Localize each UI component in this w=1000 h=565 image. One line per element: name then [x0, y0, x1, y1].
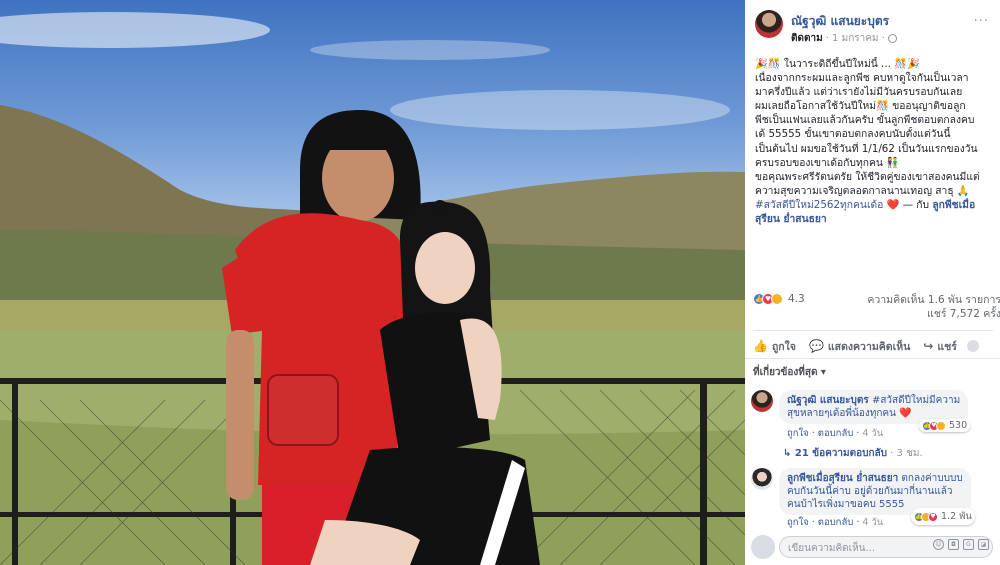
comment-icon: 💬: [808, 339, 824, 353]
share-count[interactable]: แชร์ 7,572 ครั้ง: [867, 307, 1000, 321]
with-prefix: — กับ: [899, 198, 933, 211]
comment-reply-link[interactable]: ตอบกลับ: [818, 428, 854, 439]
reaction-summary[interactable]: 👍 ♥ 4.3: [753, 293, 805, 305]
caption-line: ครบรอบของเขาเด้อกับทุกคน 👫: [755, 156, 900, 169]
photo-scene: [0, 12, 745, 565]
post-stats: 👍 ♥ 4.3 ความคิดเห็น 1.6 พัน รายการ แชร์ …: [753, 293, 1000, 325]
caption-line: พีชเป็นแฟนเลยแล้วกันครับ ขั้นลูกพีชตอบตก…: [755, 114, 975, 127]
composer-tools: ☺ ◘ G ◪: [933, 539, 989, 550]
hashtag-link[interactable]: #สวัสดีปีใหม่2562ทุกคนเด้อ ❤️: [755, 199, 899, 211]
comment-footer: ถูกใจ · ตอบกลับ · 4 วัน: [787, 517, 884, 528]
caption-line: มาครึ่งปีแล้ว แต่ว่าเรายังไม่มีวันครบรอบ…: [755, 86, 963, 99]
caption-line: เด้ 55555 ขั้นเขาตอบตกลงคบนับตั้งแต่วันน…: [755, 128, 951, 141]
tagged-person-link-cont[interactable]: สุรียน ย่ำสนธยา: [755, 213, 827, 225]
tagged-person-link[interactable]: ลูกพีชเมื่อ: [932, 199, 975, 211]
commenter-name[interactable]: ลูกพีชเมื่อสุรียน ย่ำสนธยา: [787, 473, 898, 484]
replies-label: ↳ 21 ข้อความตอบกลับ: [783, 448, 887, 459]
comment-reaction-count: 1.2 พัน: [941, 511, 972, 522]
haha-reaction-icon: [936, 420, 946, 431]
emoji-icon[interactable]: ☺: [933, 539, 944, 550]
author-avatar[interactable]: [755, 10, 783, 38]
like-button[interactable]: 👍 ถูกใจ: [753, 336, 796, 356]
share-button[interactable]: ↪ แชร์: [923, 336, 979, 356]
commenter-name[interactable]: ณัฐวุฒิ แสนยะบุตร: [787, 395, 869, 406]
follow-button[interactable]: ติดตาม: [791, 31, 823, 46]
author-name[interactable]: ณัฐวุฒิ แสนยะบุตร: [791, 12, 889, 31]
share-icon: ↪: [923, 339, 934, 353]
share-label: แชร์: [937, 340, 957, 353]
caption-hashtag-line: #สวัสดีปีใหม่2562ทุกคนเด้อ ❤️ — กับ ลูกพ…: [755, 198, 998, 212]
comment-label: แสดงความคิดเห็น: [827, 340, 911, 353]
caption-line: ความสุขความเจริญตลอดกาลนานเทอญ สาธุ 🙏: [755, 184, 970, 197]
post-timestamp[interactable]: · 1 มกราคม ·: [826, 31, 885, 46]
wow-reaction-icon: [771, 293, 783, 305]
globe-icon: [887, 34, 897, 43]
comment-like-link[interactable]: ถูกใจ: [787, 517, 809, 528]
post-meta: ติดตาม · 1 มกราคม ·: [791, 31, 897, 46]
replies-time: · 3 ชม.: [887, 448, 923, 459]
comment-input-placeholder: เขียนความคิดเห็น...: [788, 543, 876, 554]
post-actions: 👍 ถูกใจ 💬 แสดงความคิดเห็น ↪ แชร์: [753, 330, 993, 356]
view-replies-link[interactable]: ↳ 21 ข้อความตอบกลับ · 3 ชม.: [783, 446, 923, 461]
caption-line: เนื่องจากกระผมและลูกพีช คบหาดูใจกันเป็นเ…: [755, 72, 969, 85]
commenter-avatar[interactable]: [751, 468, 773, 490]
caption-line: ขอคุณพระศรีรัตนตรัย ให้ชีวิตคู่ของเขาสอง…: [755, 170, 980, 183]
comment-reaction-count: 530: [949, 420, 968, 431]
caption-line: 🎉🎊 ในวาระดิถีขึ้นปีใหม่นี้ ... 🎊🎉: [755, 58, 920, 70]
post-photo[interactable]: [0, 0, 745, 565]
sticker-icon[interactable]: ◪: [978, 539, 989, 550]
comment-reactions[interactable]: 👍 ♥ 530: [919, 419, 971, 432]
comment-footer: ถูกใจ · ตอบกลับ · 4 วัน: [787, 428, 884, 439]
caption-line: เป็นต้นไป ผมขอใช้วันที่ 1/1/62 เป็นวันแร…: [755, 142, 978, 155]
gif-icon[interactable]: G: [963, 539, 974, 550]
comment-text: คบกันวันนี้ค่าบ อยู่ด้วยกันมากี่นานแล้ว: [787, 486, 953, 497]
comment-like-link[interactable]: ถูกใจ: [787, 428, 809, 439]
post-panel: ณัฐวุฒิ แสนยะบุตร ติดตาม · 1 มกราคม · ··…: [745, 0, 1000, 565]
comment-reply-link[interactable]: ตอบกลับ: [818, 517, 854, 528]
thumbs-up-icon: 👍: [753, 339, 768, 353]
post-header: ณัฐวุฒิ แสนยะบุตร ติดตาม · 1 มกราคม · ··…: [755, 10, 995, 50]
comment-composer: เขียนความคิดเห็น... ☺ ◘ G ◪: [751, 533, 995, 561]
like-label: ถูกใจ: [771, 340, 796, 353]
comment-text: #สวัสดีปีใหม่มีความ: [868, 395, 961, 406]
caption-line: ผมเลยถือโอกาสใช้วันปีใหม่🎊 ขออนุญาติขอลู…: [755, 100, 966, 113]
love-reaction-icon: ♥: [928, 511, 938, 522]
current-user-avatar: [751, 535, 775, 559]
share-audience-avatar: [966, 340, 979, 352]
camera-icon[interactable]: ◘: [948, 539, 959, 550]
post-caption: 🎉🎊 ในวาระดิถีขึ้นปีใหม่นี้ ... 🎊🎉 เนื่อง…: [755, 57, 998, 226]
comment-button[interactable]: 💬 แสดงความคิดเห็น: [809, 336, 910, 356]
reaction-count: 4.3: [788, 293, 805, 305]
commenter-avatar[interactable]: [751, 390, 773, 412]
divider: [745, 358, 1000, 359]
comment-time[interactable]: 4 วัน: [862, 517, 883, 528]
comment-share-counts: ความคิดเห็น 1.6 พัน รายการ แชร์ 7,572 คร…: [867, 293, 1000, 321]
comment-reactions[interactable]: 👍 ♥ 1.2 พัน: [911, 508, 975, 525]
comment-text: ตกลงค่าบบบบ: [898, 473, 963, 484]
comment-filter-dropdown[interactable]: ที่เกี่ยวข้องที่สุด ▾: [753, 365, 826, 380]
comment-count[interactable]: ความคิดเห็น 1.6 พัน รายการ: [867, 293, 1000, 307]
more-options-icon[interactable]: ···: [974, 14, 989, 29]
caption-tagged-line: สุรียน ย่ำสนธยา: [755, 212, 998, 226]
comment-time[interactable]: 4 วัน: [862, 428, 883, 439]
